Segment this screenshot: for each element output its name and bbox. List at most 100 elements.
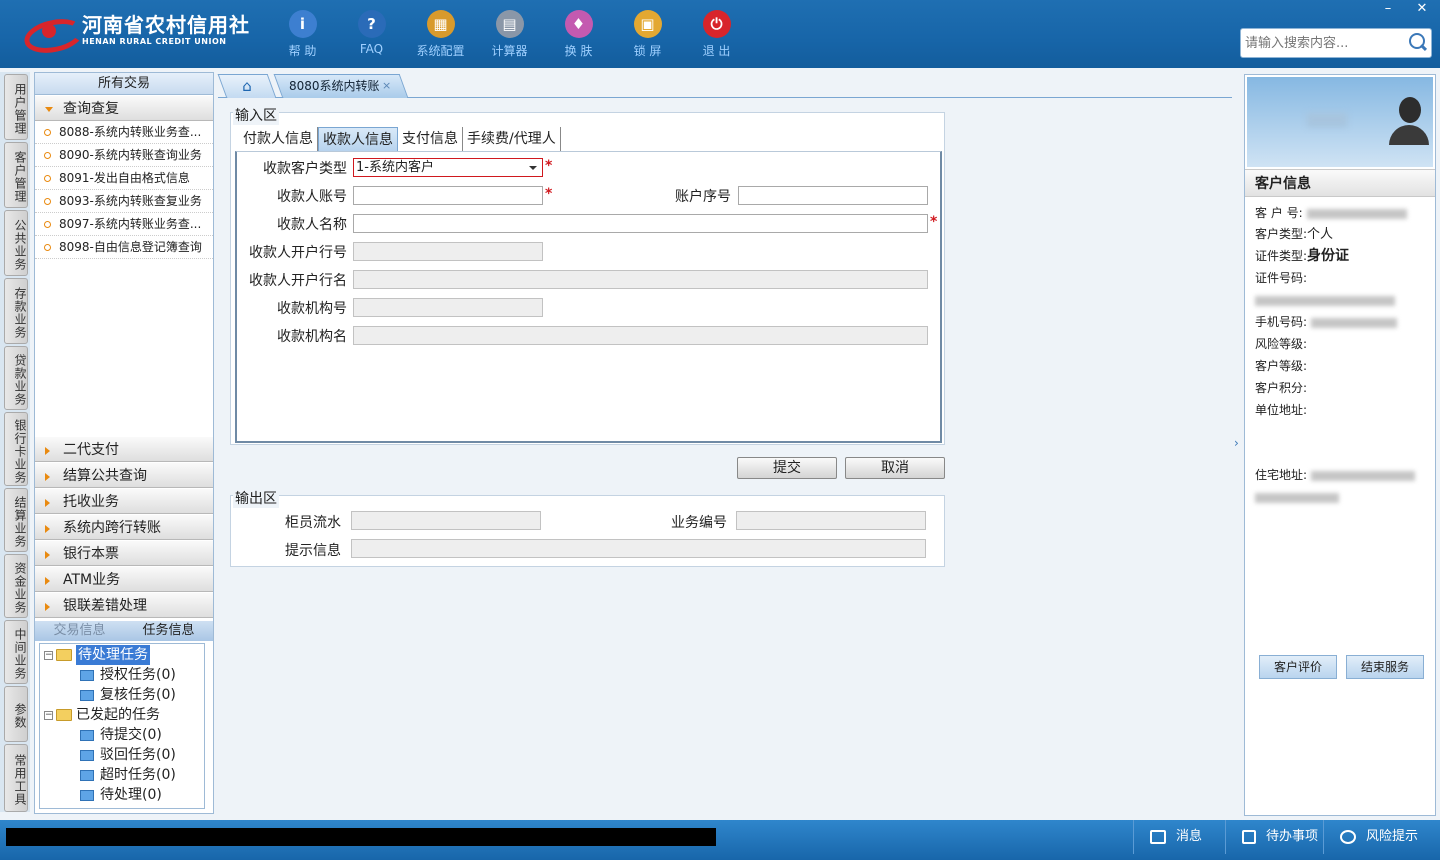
end-service-button[interactable]: 结束服务 [1346,655,1424,679]
account-input[interactable] [353,186,543,205]
subtab-payment-info[interactable]: 支付信息 [398,127,463,151]
risk-alert-button[interactable]: 风险提示 [1323,820,1440,854]
phone-label: 手机号码: [1255,315,1308,329]
panel-splitter[interactable]: › [1233,420,1241,470]
tree-leaf[interactable]: 待处理(0) [80,785,162,805]
id-no-label: 证件号码: [1255,271,1308,285]
toolbar-label: 锁 屏 [633,44,662,58]
cust-type-label: 收款客户类型 [263,161,347,177]
transaction-panel: 所有交易 查询查复 8088-系统内转账业务查... 8090-系统内转账查询业务… [34,72,214,814]
task-tree: − 待处理任务 授权任务(0) 复核任务(0) − 已发起的任务 待提交(0) 驳回任务… [39,643,205,809]
transaction-item[interactable]: 8093-系统内转账查复业务 [35,190,213,213]
submit-button[interactable]: 提交 [737,457,837,479]
transaction-item[interactable]: 8098-自由信息登记簿查询 [35,236,213,259]
transaction-item[interactable]: 8097-系统内转账业务查... [35,213,213,236]
module-tab-6[interactable]: 结算业务 [4,488,28,552]
subtab-payee-info[interactable]: 收款人信息 [318,127,398,151]
transaction-item[interactable]: 8088-系统内转账业务查... [35,121,213,144]
module-tab-4[interactable]: 贷款业务 [4,346,28,410]
toolbar-label: 换 肤 [564,44,593,58]
module-tab-1[interactable]: 客户管理 [4,142,28,208]
module-tab-9[interactable]: 参数 [4,686,28,742]
tree-label: 已发起的任务 [76,707,160,723]
group-query-reply[interactable]: 查询查复 [35,95,213,121]
tree-node-pending[interactable]: − 待处理任务 [44,645,150,665]
org-no-input [353,298,543,317]
module-tabs: 用户管理 客户管理 公共业务 存款业务 贷款业务 银行卡业务 结算业务 资金业务 中间业务 参数常… [0,72,30,812]
module-tab-3[interactable]: 存款业务 [4,278,28,344]
transaction-item[interactable]: 8091-发出自由格式信息 [35,167,213,190]
search-input[interactable] [1245,31,1405,55]
subtab-fee-agent[interactable]: 手续费/代理人 [463,127,561,151]
tab-home[interactable]: ⌂ [217,74,277,98]
id-type-label: 证件类型: [1255,249,1308,263]
module-tab-10[interactable]: 常用工具 [4,744,28,812]
question-icon: ? [357,10,386,38]
customer-panel: 客户信息 客 户 号: 客户类型:个人 证件类型:身份证 证件号码: 手机号码:… [1244,74,1436,816]
tab-8080-transfer[interactable]: 8080系统内转账 × [273,74,409,98]
group-item[interactable]: 银联差错处理 [35,592,213,618]
close-tab-icon[interactable]: × [372,75,391,97]
tree-node-initiated[interactable]: − 已发起的任务 [44,705,160,725]
module-tab-7[interactable]: 资金业务 [4,554,28,618]
toolbar-button-5[interactable]: ▣ 锁 屏 [613,8,682,59]
cancel-button[interactable]: 取消 [845,457,945,479]
tab-task-info[interactable]: 任务信息 [124,621,213,641]
brand-logo: 河南省农村信用社 HENAN RURAL CREDIT UNION [24,14,250,48]
checkbox-icon [1242,830,1256,844]
module-tab-2[interactable]: 公共业务 [4,210,28,276]
module-tab-5[interactable]: 银行卡业务 [4,412,28,486]
subtab-payer-info[interactable]: 付款人信息 [239,127,318,151]
tree-leaf[interactable]: 驳回任务(0) [80,745,176,765]
toolbar-button-2[interactable]: ▦ 系统配置 [406,8,475,59]
toolbar-button-1[interactable]: ? FAQ [337,8,406,59]
biz-no-label: 业务编号 [671,515,727,531]
group-item[interactable]: 系统内跨行转账 [35,514,213,540]
module-tab-0[interactable]: 用户管理 [4,74,28,140]
tree-leaf[interactable]: 授权任务(0) [80,665,176,685]
expanded-arrow-icon [45,107,53,112]
tab-transaction-info[interactable]: 交易信息 [35,621,124,641]
group-label: ATM业务 [63,572,121,588]
teller-serial-output [351,511,541,530]
tree-leaf[interactable]: 超时任务(0) [80,765,176,785]
search-icon[interactable] [1405,31,1429,55]
bank-name-label: 收款人开户行名 [249,273,347,289]
customer-evaluate-button[interactable]: 客户评价 [1259,655,1337,679]
group-item[interactable]: 托收业务 [35,488,213,514]
toolbar-button-3[interactable]: ▤ 计算器 [475,8,544,59]
customer-info-title: 客户信息 [1245,169,1435,197]
group-item[interactable]: 银行本票 [35,540,213,566]
collapse-icon[interactable]: − [44,650,53,660]
hint-label: 提示信息 [285,543,341,559]
status-message-area [6,828,716,846]
name-input[interactable] [353,214,928,233]
cust-type-select[interactable]: 1-系统内客户 [353,158,543,177]
group-item[interactable]: ATM业务 [35,566,213,592]
org-no-label: 收款机构号 [277,301,347,317]
todo-button[interactable]: 待办事项 [1225,820,1323,854]
home-icon: ⌂ [242,77,252,95]
messages-button[interactable]: 消息 [1133,820,1225,854]
tree-label: 待处理(0) [100,787,162,803]
minimize-button[interactable]: – [1374,0,1402,18]
biz-no-output [736,511,926,530]
group-item[interactable]: 结算公共查询 [35,462,213,488]
group-item[interactable]: 二代支付 [35,436,213,462]
customer-name-redacted [1307,113,1347,127]
transaction-item[interactable]: 8090-系统内转账查询业务 [35,144,213,167]
tree-leaf[interactable]: 待提交(0) [80,725,162,745]
output-section-label: 输出区 [233,488,279,508]
toolbar-button-6[interactable]: ⏻ 退 出 [682,8,751,59]
seq-input[interactable] [738,186,928,205]
collapsed-arrow-icon [45,473,50,481]
close-window-button[interactable]: ✕ [1408,0,1436,18]
tree-leaf[interactable]: 复核任务(0) [80,685,176,705]
chevron-right-icon[interactable]: › [1234,436,1239,450]
toolbar-button-4[interactable]: ♦ 换 肤 [544,8,613,59]
module-tab-8[interactable]: 中间业务 [4,620,28,684]
bank-no-input [353,242,543,261]
redacted-value [1255,295,1395,306]
toolbar-button-0[interactable]: i 帮 助 [268,8,337,59]
collapse-icon[interactable]: − [44,710,53,720]
